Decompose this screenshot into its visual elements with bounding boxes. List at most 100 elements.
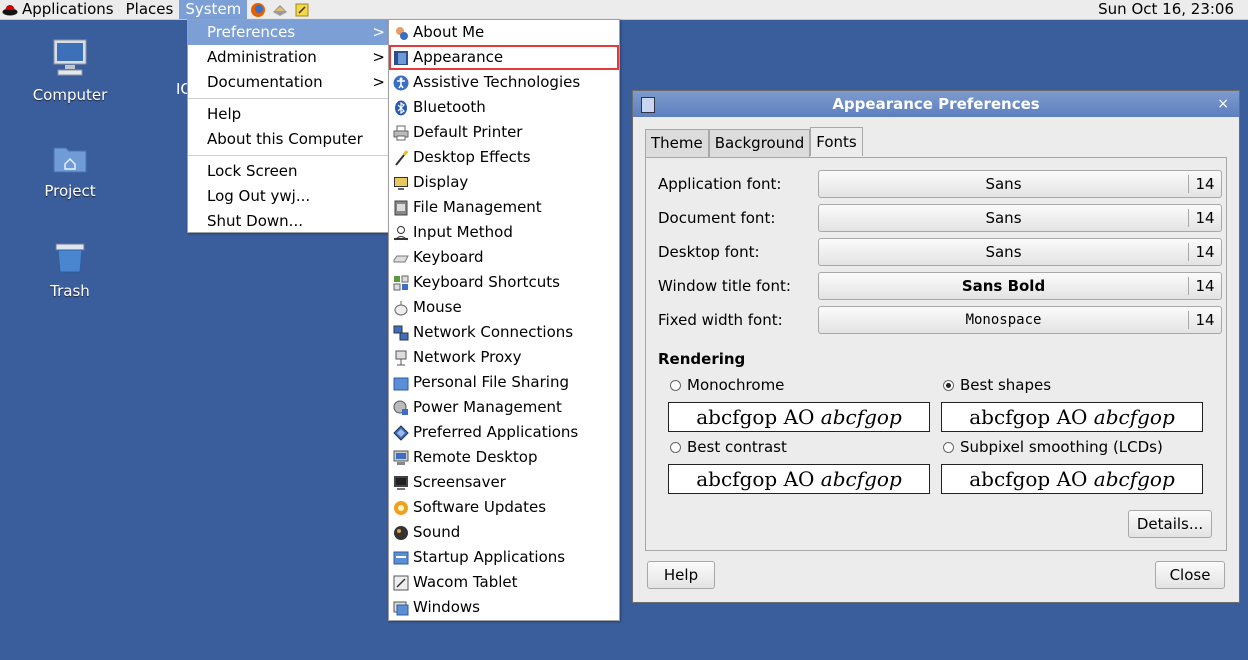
help-button[interactable]: Help	[647, 561, 715, 589]
fixed-width-font-button[interactable]: Monospace 14	[818, 306, 1222, 334]
pref-item-preferred-applications[interactable]: Preferred Applications	[389, 420, 619, 445]
pref-item-label: Input Method	[413, 223, 513, 241]
menu-item-log-out[interactable]: Log Out ywj...	[188, 184, 389, 209]
sample-best-contrast[interactable]: abcfgop AO abcfgop	[668, 464, 930, 494]
pref-item-display[interactable]: Display	[389, 170, 619, 195]
applications-menu[interactable]: Applications	[0, 0, 120, 19]
keyboard-shortcuts-icon	[393, 275, 409, 290]
menu-item-lock-screen[interactable]: Lock Screen	[188, 159, 389, 184]
pref-item-label: Network Proxy	[413, 348, 522, 366]
font-row-application: Application font: Sans 14	[658, 170, 1222, 198]
radio-label: Best shapes	[960, 376, 1052, 394]
font-label: Fixed width font:	[658, 311, 783, 329]
pref-item-startup-applications[interactable]: Startup Applications	[389, 545, 619, 570]
window-title-font-button[interactable]: Sans Bold 14	[818, 272, 1222, 300]
pref-item-sound[interactable]: Sound	[389, 520, 619, 545]
close-icon[interactable]: ×	[1217, 91, 1229, 117]
menu-item-administration[interactable]: Administration >	[188, 45, 389, 70]
pref-item-label: About Me	[413, 23, 485, 41]
pref-item-label: Keyboard Shortcuts	[413, 273, 560, 291]
pref-item-assistive-technologies[interactable]: Assistive Technologies	[389, 70, 619, 95]
places-menu[interactable]: Places	[120, 0, 180, 19]
radio-indicator	[943, 379, 954, 391]
desktop-icon-trash[interactable]: Trash	[20, 240, 120, 300]
tab-fonts[interactable]: Fonts	[810, 127, 863, 156]
sample-best-shapes[interactable]: abcfgop AO abcfgop	[941, 402, 1203, 432]
sample-text: abcfgop AO	[696, 467, 821, 491]
menu-item-documentation[interactable]: Documentation >	[188, 70, 389, 95]
clock[interactable]: Sun Oct 16, 23:06	[1098, 0, 1234, 19]
sample-text: abcfgop AO	[696, 405, 821, 429]
close-button[interactable]: Close	[1155, 561, 1225, 589]
applications-label: Applications	[22, 0, 114, 18]
sample-text: abcfgop AO	[969, 405, 1094, 429]
details-button[interactable]: Details...	[1128, 510, 1212, 538]
pref-item-remote-desktop[interactable]: Remote Desktop	[389, 445, 619, 470]
pref-item-windows[interactable]: Windows	[389, 595, 619, 620]
network-connections-icon	[393, 325, 409, 340]
pref-item-label: Wacom Tablet	[413, 573, 518, 591]
radio-monochrome[interactable]: Monochrome	[670, 376, 784, 394]
application-font-button[interactable]: Sans 14	[818, 170, 1222, 198]
pref-item-mouse[interactable]: Mouse	[389, 295, 619, 320]
email-client-icon[interactable]	[272, 2, 288, 18]
chevron-right-icon: >	[372, 23, 385, 41]
pref-item-label: Windows	[413, 598, 480, 616]
top-panel: Applications Places System Sun Oct 16, 2…	[0, 0, 1248, 20]
desktop-icon-project[interactable]: Project	[20, 144, 120, 200]
pref-item-power-management[interactable]: Power Management	[389, 395, 619, 420]
menu-item-about-this-computer[interactable]: About this Computer	[188, 127, 389, 152]
pref-item-label: File Management	[413, 198, 542, 216]
notes-icon[interactable]	[294, 2, 310, 18]
tab-theme[interactable]: Theme	[645, 129, 709, 157]
menu-item-preferences[interactable]: Preferences >	[188, 20, 389, 45]
mouse-icon	[394, 300, 408, 315]
pref-item-bluetooth[interactable]: Bluetooth	[389, 95, 619, 120]
preferred-applications-icon	[393, 424, 409, 441]
font-label: Desktop font:	[658, 243, 760, 261]
folder-icon	[53, 147, 87, 173]
menu-separator	[188, 155, 389, 156]
menu-item-help[interactable]: Help	[188, 102, 389, 127]
pref-item-screensaver[interactable]: Screensaver	[389, 470, 619, 495]
pref-item-network-proxy[interactable]: Network Proxy	[389, 345, 619, 370]
font-row-window-title: Window title font: Sans Bold 14	[658, 272, 1222, 300]
pref-item-wacom-tablet[interactable]: Wacom Tablet	[389, 570, 619, 595]
desktop-icon-computer[interactable]: Computer	[20, 38, 120, 104]
file-management-icon	[394, 200, 408, 215]
pref-item-default-printer[interactable]: Default Printer	[389, 120, 619, 145]
firefox-icon[interactable]	[250, 2, 266, 18]
sample-monochrome[interactable]: abcfgop AO abcfgop	[668, 402, 930, 432]
tab-background[interactable]: Background	[708, 129, 811, 157]
radio-best-shapes[interactable]: Best shapes	[943, 376, 1051, 394]
system-menu[interactable]: System	[179, 0, 248, 19]
radio-best-contrast[interactable]: Best contrast	[670, 438, 787, 456]
radio-label: Best contrast	[687, 438, 787, 456]
font-label: Window title font:	[658, 277, 791, 295]
appearance-icon	[394, 50, 408, 65]
pref-item-about-me[interactable]: About Me	[389, 20, 619, 45]
pref-item-desktop-effects[interactable]: Desktop Effects	[389, 145, 619, 170]
pref-item-network-connections[interactable]: Network Connections	[389, 320, 619, 345]
document-font-button[interactable]: Sans 14	[818, 204, 1222, 232]
pref-item-keyboard-shortcuts[interactable]: Keyboard Shortcuts	[389, 270, 619, 295]
pref-item-keyboard[interactable]: Keyboard	[389, 245, 619, 270]
power-management-icon	[393, 400, 408, 415]
window-icon	[641, 97, 655, 113]
pref-item-label: Desktop Effects	[413, 148, 531, 166]
wacom-tablet-icon	[393, 575, 409, 590]
pref-item-file-management[interactable]: File Management	[389, 195, 619, 220]
dialog-titlebar[interactable]: Appearance Preferences ×	[633, 91, 1239, 117]
pref-item-software-updates[interactable]: Software Updates	[389, 495, 619, 520]
desktop-icon-label: Computer	[32, 86, 108, 104]
desktop-font-button[interactable]: Sans 14	[818, 238, 1222, 266]
sample-subpixel-smoothing[interactable]: abcfgop AO abcfgop	[941, 464, 1203, 494]
pref-item-input-method[interactable]: Input Method	[389, 220, 619, 245]
pref-item-appearance[interactable]: Appearance	[389, 45, 619, 70]
menu-item-shut-down[interactable]: Shut Down...	[188, 209, 389, 234]
pref-item-label: Screensaver	[413, 473, 506, 491]
radio-subpixel-smoothing[interactable]: Subpixel smoothing (LCDs)	[943, 438, 1163, 456]
font-size: 14	[1188, 311, 1221, 329]
pref-item-personal-file-sharing[interactable]: Personal File Sharing	[389, 370, 619, 395]
chevron-right-icon: >	[372, 73, 385, 91]
